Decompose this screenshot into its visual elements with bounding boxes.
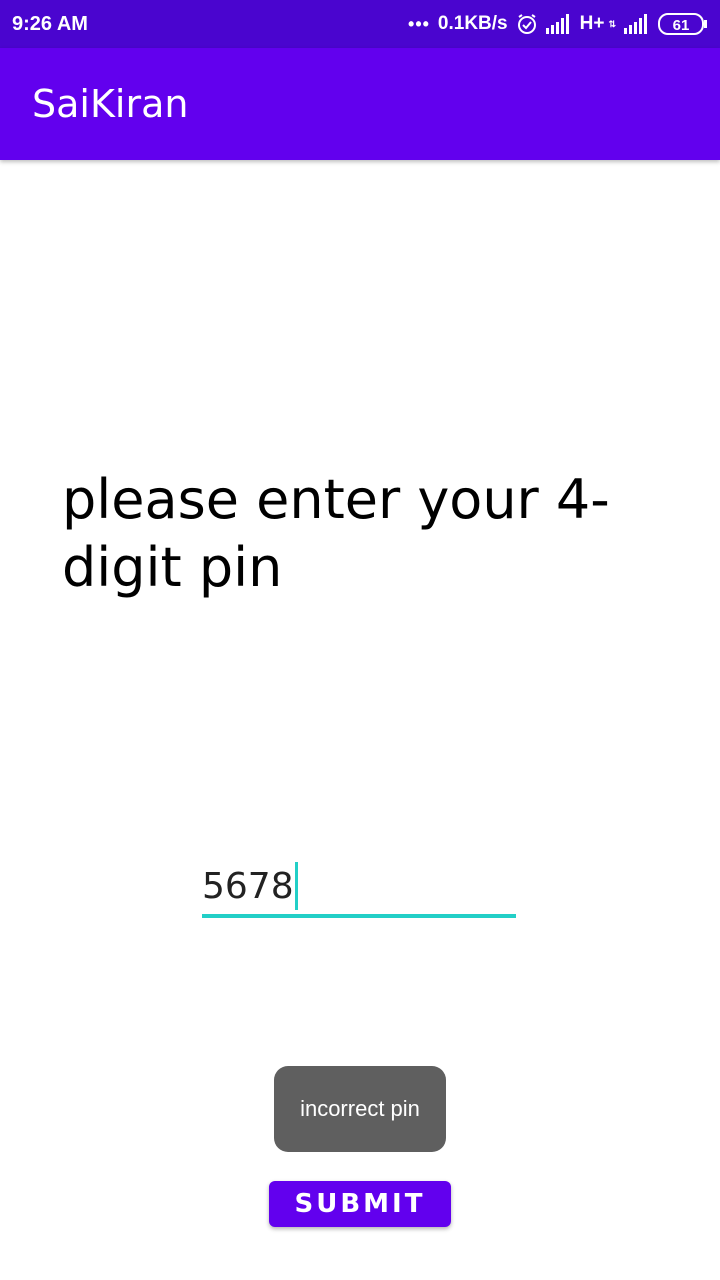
network-speed: 0.1KB/s	[437, 13, 508, 34]
status-time: 9:26 AM	[12, 12, 88, 35]
signal-bars-icon-2	[624, 14, 650, 34]
toast-message: incorrect pin	[274, 1066, 446, 1152]
battery-icon: 61	[658, 12, 708, 36]
pin-prompt: please enter your 4-digit pin	[62, 468, 610, 599]
network-type: H+	[579, 13, 605, 34]
battery-level: 61	[673, 17, 690, 34]
signal-bars-icon	[545, 14, 572, 34]
more-notifications-icon: •••	[408, 13, 430, 34]
data-arrows-icon: ⇅	[608, 18, 616, 29]
pin-input-value: 5678	[202, 865, 294, 907]
app-bar: SaiKiran	[0, 48, 720, 160]
submit-button[interactable]: SUBMIT	[269, 1181, 451, 1227]
pin-input[interactable]: 5678	[202, 858, 516, 918]
alarm-clock-icon	[516, 13, 538, 35]
text-cursor	[294, 862, 298, 910]
status-icons: ••• 0.1KB/s H+ ⇅ 61	[408, 12, 708, 36]
status-bar: 9:26 AM ••• 0.1KB/s H+ ⇅ 61	[0, 0, 720, 48]
app-title: SaiKiran	[32, 82, 189, 126]
